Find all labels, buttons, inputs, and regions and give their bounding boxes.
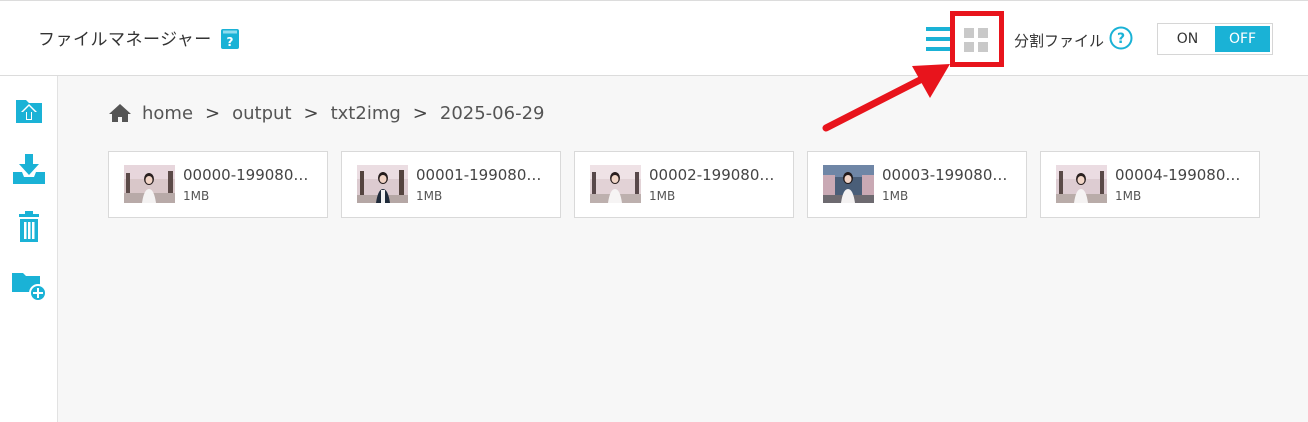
- file-size: 1MB: [183, 189, 210, 203]
- help-book-icon[interactable]: ?: [220, 28, 240, 50]
- new-folder-icon[interactable]: [10, 266, 48, 304]
- breadcrumb-home[interactable]: home: [142, 103, 193, 124]
- toggle-on-option[interactable]: ON: [1160, 26, 1215, 52]
- file-card[interactable]: 00004-199080… 1MB: [1040, 151, 1260, 218]
- file-card[interactable]: 00003-199080… 1MB: [807, 151, 1027, 218]
- file-name: 00003-199080…: [882, 166, 1008, 184]
- file-size: 1MB: [1115, 189, 1142, 203]
- breadcrumb: home > output > txt2img > 2025-06-29: [108, 101, 544, 125]
- file-name: 00000-199080…: [183, 166, 309, 184]
- question-circle-icon[interactable]: ?: [1109, 26, 1133, 50]
- list-view-icon[interactable]: [926, 25, 950, 53]
- file-name: 00004-199080…: [1115, 166, 1241, 184]
- app-title: ファイルマネージャー: [38, 30, 212, 50]
- grid-view-highlight: [950, 11, 1004, 67]
- breadcrumb-separator: >: [412, 102, 428, 124]
- image-thumbnail: [590, 165, 641, 203]
- svg-text:?: ?: [1117, 31, 1125, 47]
- file-name: 00002-199080…: [649, 166, 775, 184]
- split-toggle[interactable]: ON OFF: [1157, 23, 1273, 55]
- image-thumbnail: [357, 165, 408, 203]
- svg-text:?: ?: [227, 35, 234, 49]
- split-file-label: 分割ファイル: [1014, 32, 1105, 50]
- file-card[interactable]: 00001-199080… 1MB: [341, 151, 561, 218]
- annotation-arrow: [822, 64, 950, 132]
- main-content: home > output > txt2img > 2025-06-29 000…: [58, 76, 1308, 422]
- image-thumbnail: [1056, 165, 1107, 203]
- toggle-off-option[interactable]: OFF: [1215, 26, 1270, 52]
- trash-icon[interactable]: [10, 208, 48, 246]
- file-size: 1MB: [882, 189, 909, 203]
- upload-icon[interactable]: [10, 92, 48, 130]
- sidebar: [0, 76, 58, 422]
- breadcrumb-separator: >: [303, 102, 319, 124]
- breadcrumb-output[interactable]: output: [232, 103, 291, 124]
- header: ファイルマネージャー ? 分割ファイル ? ON OFF: [0, 0, 1308, 76]
- home-icon[interactable]: [108, 103, 132, 123]
- download-icon[interactable]: [10, 150, 48, 188]
- file-card[interactable]: 00000-199080… 1MB: [108, 151, 328, 218]
- breadcrumb-separator: >: [205, 102, 221, 124]
- file-card[interactable]: 00002-199080… 1MB: [574, 151, 794, 218]
- file-size: 1MB: [416, 189, 443, 203]
- image-thumbnail: [823, 165, 874, 203]
- file-name: 00001-199080…: [416, 166, 542, 184]
- breadcrumb-txt2img[interactable]: txt2img: [331, 103, 401, 124]
- image-thumbnail: [124, 165, 175, 203]
- breadcrumb-date[interactable]: 2025-06-29: [440, 103, 545, 124]
- file-size: 1MB: [649, 189, 676, 203]
